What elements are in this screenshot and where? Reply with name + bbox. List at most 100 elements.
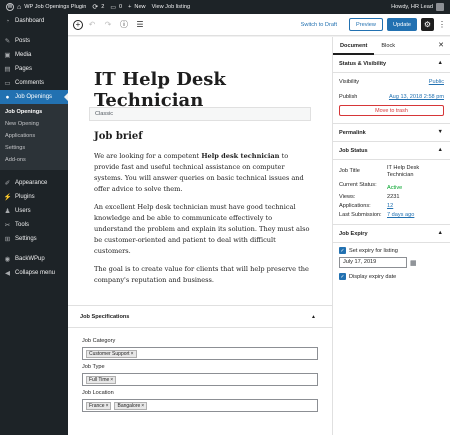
redo-icon[interactable]: ↷	[101, 18, 115, 32]
content-paragraph: The goal is to create value for clients …	[94, 265, 309, 284]
chevron-up-icon: ▲	[437, 147, 443, 153]
comment-icon: ▭	[4, 80, 11, 87]
sidebar-item-label: Users	[15, 208, 31, 214]
settings-gear-icon[interactable]: ⚙	[421, 18, 434, 31]
job-openings-submenu: Job Openings New Opening Applications Se…	[0, 104, 68, 170]
sidebar-item-plugins[interactable]: ⚡ Plugins	[0, 190, 68, 204]
switch-to-draft-button[interactable]: Switch to Draft	[301, 22, 337, 28]
status-visibility-header[interactable]: Status & Visibility ▲	[333, 55, 450, 73]
sidebar-item-posts[interactable]: ✎ Posts	[0, 34, 68, 48]
collapse-toggle-icon[interactable]: ▲	[311, 314, 316, 320]
panel-title: Permalink	[339, 129, 366, 136]
user-icon: ♟	[4, 208, 11, 215]
admin-sidebar: ◔ Dashboard ✎ Posts ▣ Media ▤ Pages ▭ Co…	[0, 14, 68, 435]
avatar[interactable]	[436, 3, 444, 11]
job-status-header[interactable]: Job Status ▲	[333, 142, 450, 160]
tab-block[interactable]: Block	[374, 37, 402, 55]
remove-tag-icon[interactable]: ×	[131, 351, 134, 358]
update-button[interactable]: Update	[386, 18, 417, 31]
content-paragraph: An excellent Help desk technician must h…	[94, 203, 310, 255]
updates-count[interactable]: 2	[101, 4, 104, 10]
settings-sidebar: Document Block ✕ Status & Visibility ▲ V…	[332, 37, 450, 435]
tag-chip[interactable]: Bangalore ×	[114, 402, 148, 410]
last-submission-link[interactable]: 7 days ago	[387, 212, 414, 218]
pages-icon: ▤	[4, 66, 11, 73]
close-icon[interactable]: ✕	[438, 41, 444, 49]
publish-date-link[interactable]: Aug 13, 2018 2:58 pm	[389, 94, 444, 100]
tag-chip[interactable]: Full Time ×	[86, 376, 117, 384]
job-expiry-header[interactable]: Job Expiry ▲	[333, 225, 450, 243]
more-options-icon[interactable]: ⋮	[438, 20, 446, 29]
set-expiry-checkbox[interactable]: ✓	[339, 247, 346, 254]
submenu-item-add-ons[interactable]: Add-ons	[0, 154, 68, 166]
post-content[interactable]: Job brief We are looking for a competent…	[94, 131, 312, 293]
views-label: Views:	[339, 194, 356, 200]
sidebar-collapse-menu[interactable]: ◀ Collapse menu	[0, 266, 68, 280]
sidebar-item-pages[interactable]: ▤ Pages	[0, 62, 68, 76]
editor-toolbar: + ↶ ↷ ⓘ ☰ Switch to Draft Preview Update…	[68, 14, 450, 36]
block-navigation-icon[interactable]: ☰	[133, 18, 147, 32]
job-title-label: Job Title	[339, 168, 360, 174]
job-location-field[interactable]: France × Bangalore ×	[82, 399, 318, 412]
permalink-header[interactable]: Permalink ▼	[333, 124, 450, 142]
chevron-down-icon: ▼	[437, 129, 443, 135]
wordpress-logo-icon[interactable]: W	[6, 3, 14, 11]
sidebar-item-label: Media	[15, 52, 32, 58]
backup-icon: ◉	[4, 256, 11, 263]
comments-count[interactable]: 0	[119, 4, 122, 10]
display-expiry-checkbox[interactable]: ✓	[339, 273, 346, 280]
add-block-icon[interactable]: +	[73, 19, 83, 30]
classic-block-toolbar[interactable]: Classic	[89, 107, 311, 121]
remove-tag-icon[interactable]: ×	[141, 403, 144, 410]
chevron-up-icon: ▲	[437, 60, 443, 66]
plugin-icon: ⚡	[3, 194, 12, 201]
tab-document[interactable]: Document	[333, 37, 375, 55]
brush-icon: ✐	[4, 180, 11, 187]
sidebar-item-backwpup[interactable]: ◉ BackWPup	[0, 252, 68, 266]
sidebar-item-label: Comments	[15, 80, 45, 86]
job-category-field[interactable]: Customer Support ×	[82, 347, 318, 360]
applications-link[interactable]: 12	[387, 203, 393, 209]
settings-icon: ⊞	[4, 236, 11, 243]
job-type-field[interactable]: Full Time ×	[82, 373, 318, 386]
sidebar-item-dashboard[interactable]: ◔ Dashboard	[0, 14, 68, 28]
site-name-link[interactable]: WP Job Openings Plugin	[24, 4, 86, 10]
new-link[interactable]: New	[134, 4, 145, 10]
preview-button[interactable]: Preview	[349, 18, 383, 31]
calendar-icon[interactable]: ▦	[410, 259, 417, 267]
collapse-icon: ◀	[5, 270, 10, 277]
sidebar-item-label: Job Openings	[15, 94, 53, 100]
info-icon[interactable]: ⓘ	[117, 18, 131, 32]
sidebar-item-media[interactable]: ▣ Media	[0, 48, 68, 62]
tag-chip[interactable]: France ×	[86, 402, 112, 410]
post-title[interactable]: IT Help Desk Technician	[94, 69, 332, 111]
submenu-item-new-opening[interactable]: New Opening	[0, 118, 68, 130]
remove-tag-icon[interactable]: ×	[106, 403, 109, 410]
remove-tag-icon[interactable]: ×	[110, 377, 113, 384]
home-icon: ⌂	[17, 3, 22, 11]
view-listing-link[interactable]: View Job listing	[152, 4, 190, 10]
tag-chip[interactable]: Customer Support ×	[86, 350, 137, 358]
expiry-date-input[interactable]: July 17, 2019	[339, 257, 407, 268]
sidebar-item-tools[interactable]: ✂ Tools	[0, 218, 68, 232]
sidebar-item-settings[interactable]: ⊞ Settings	[0, 232, 68, 246]
applications-label: Applications:	[339, 203, 371, 209]
current-status-label: Current Status:	[339, 182, 377, 188]
visibility-link[interactable]: Public	[429, 79, 444, 85]
publish-label: Publish	[339, 94, 358, 100]
undo-icon[interactable]: ↶	[85, 18, 99, 32]
move-to-trash-button[interactable]: Move to trash	[339, 105, 444, 116]
wrench-icon: ✂	[4, 222, 11, 229]
sidebar-item-appearance[interactable]: ✐ Appearance	[0, 176, 68, 190]
submenu-item-settings[interactable]: Settings	[0, 142, 68, 154]
sidebar-item-job-openings[interactable]: ● Job Openings	[0, 90, 68, 104]
job-specifications-header[interactable]: Job Specifications ▲	[68, 306, 332, 328]
set-expiry-label: Set expiry for listing	[349, 247, 398, 254]
panel-title: Status & Visibility	[339, 60, 387, 67]
sidebar-item-comments[interactable]: ▭ Comments	[0, 76, 68, 90]
submenu-item-job-openings[interactable]: Job Openings	[0, 106, 68, 118]
submenu-item-applications[interactable]: Applications	[0, 130, 68, 142]
howdy-link[interactable]: Howdy, HR Lead	[391, 4, 433, 10]
sidebar-item-users[interactable]: ♟ Users	[0, 204, 68, 218]
content-paragraph: We are looking for a competent Help desk…	[94, 152, 304, 193]
